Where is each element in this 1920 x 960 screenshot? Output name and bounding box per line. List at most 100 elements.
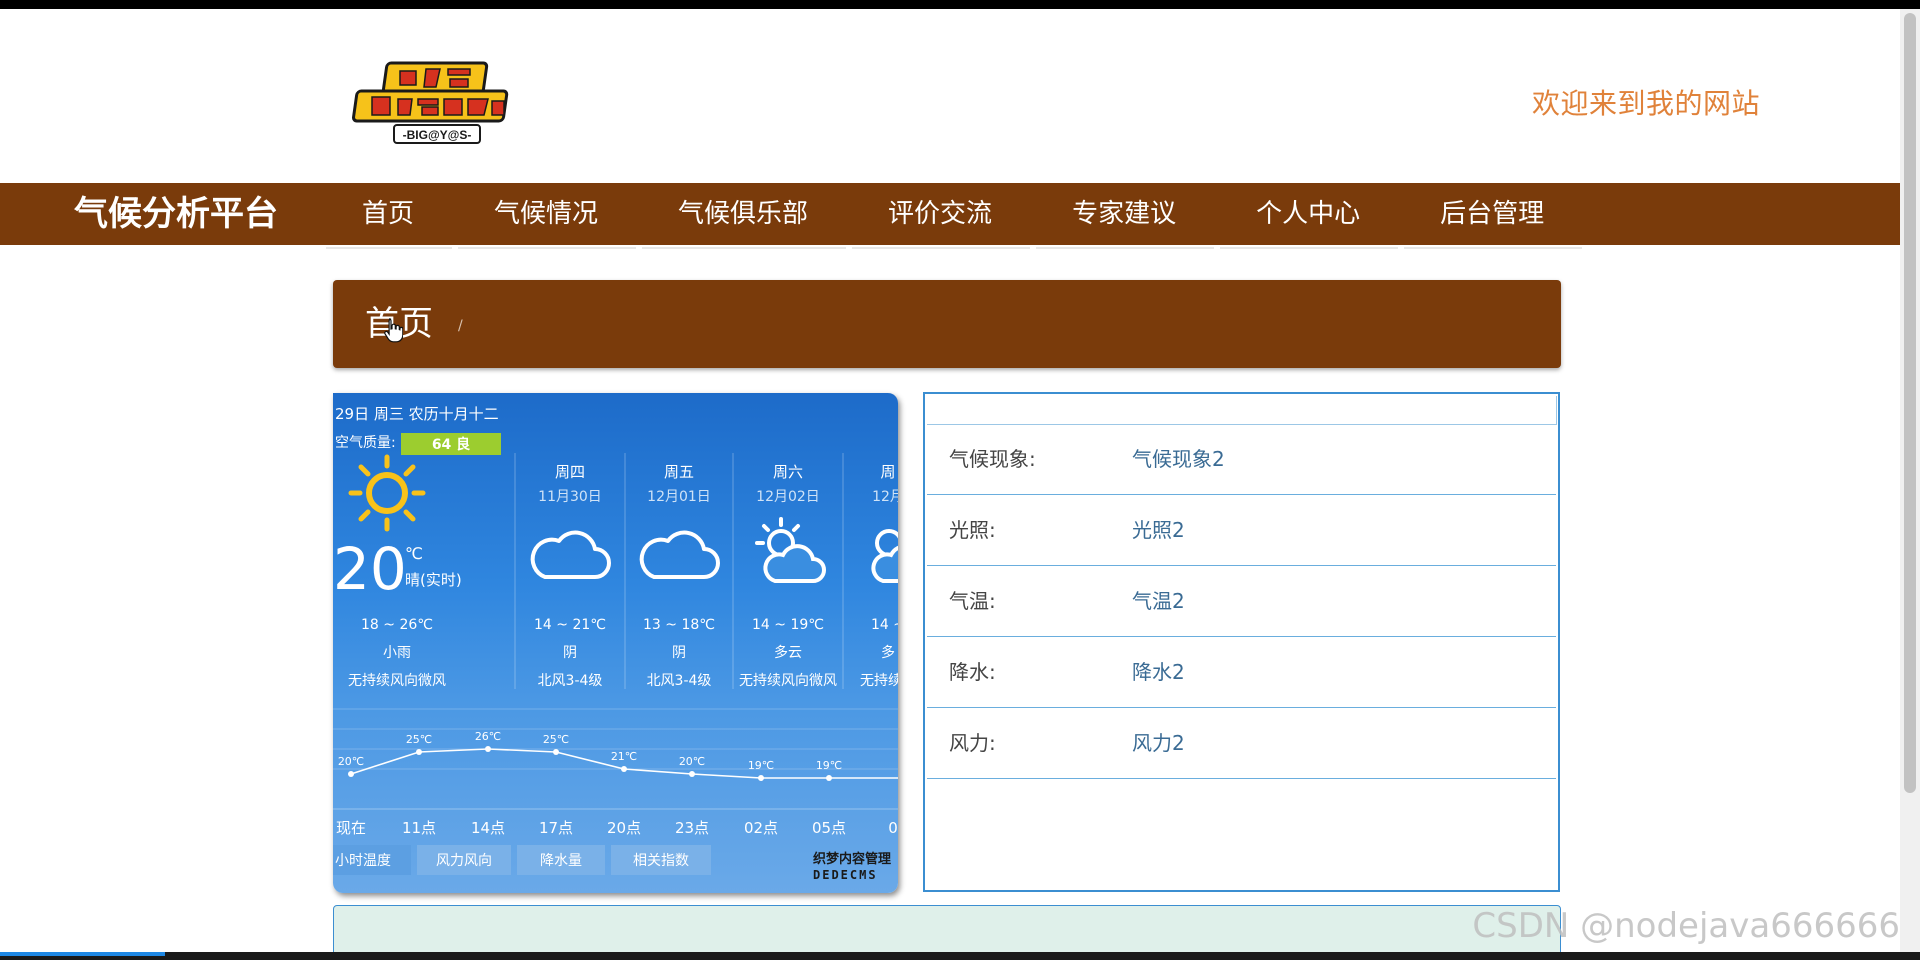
nav-item-profile[interactable]: 个人中心 (1214, 183, 1399, 249)
hourly-point (621, 766, 627, 772)
day-cond: 阴 (672, 645, 686, 661)
hourly-temp-label: 20℃ (679, 755, 705, 768)
hourly-point (758, 775, 764, 781)
hour-label: 20点 (607, 819, 641, 837)
day-wind: 无持续风 (860, 672, 898, 689)
weather-brand-line2: DEDECMS (813, 868, 878, 882)
sun-icon (348, 454, 426, 532)
nav-item-climate-status[interactable]: 气候情况 (452, 183, 637, 249)
cloud-icon (530, 530, 611, 579)
current-desc: 晴(实时) (405, 571, 462, 589)
hour-label: 17点 (539, 819, 573, 837)
detail-value: 气候现象2 (1132, 447, 1225, 471)
scrollbar-thumb[interactable] (1904, 13, 1916, 793)
content-panel (333, 905, 1561, 952)
partly-cloudy-icon (871, 529, 898, 583)
nav-item-home[interactable]: 首页 (320, 183, 453, 249)
day-wind: 北风3-4级 (538, 673, 603, 689)
detail-row: 气候现象: 气候现象2 (927, 424, 1556, 495)
details-header (927, 396, 1557, 425)
day-name: 周四 (555, 463, 585, 481)
detail-label: 光照: (949, 518, 996, 542)
nav-item-admin[interactable]: 后台管理 (1398, 183, 1583, 249)
tab-label: 小时温度 (335, 853, 391, 869)
hourly-temp-label: 25℃ (406, 733, 432, 746)
hourly-point (553, 749, 559, 755)
nav-item-reviews[interactable]: 评价交流 (846, 183, 1031, 249)
detail-row: 气温: 气温2 (927, 566, 1556, 637)
detail-value: 气温2 (1132, 589, 1185, 613)
hourly-temp-label: 21℃ (611, 750, 637, 763)
day-date: 11月30日 (538, 489, 602, 505)
day-range: 14 ~ 21℃ (534, 617, 606, 633)
hourly-point (689, 771, 695, 777)
weather-aq-label: 空气质量: (335, 435, 396, 451)
nav-item-expert-advice[interactable]: 专家建议 (1030, 183, 1215, 249)
day-cond: 多云 (774, 644, 802, 661)
detail-row: 光照: 光照2 (927, 495, 1556, 566)
detail-label: 风力: (949, 731, 996, 755)
hour-label: 11点 (402, 819, 436, 837)
partly-cloudy-icon (755, 517, 826, 583)
day-cond: 多 (881, 644, 895, 661)
welcome-text: 欢迎来到我的网站 (1531, 87, 1760, 120)
day-range: 14 ~ (871, 617, 898, 633)
hour-label: 0 (888, 819, 898, 837)
hourly-temp-label: 25℃ (543, 733, 569, 746)
hourly-point (826, 775, 832, 781)
weather-forecast-image: 29日 周三 农历十月十二 空气质量: 64 良 20 ℃ 晴(实时) 周四 1… (333, 393, 898, 893)
day-name: 周五 (664, 463, 694, 481)
nav-menu: 首页 气候情况 气候俱乐部 评价交流 专家建议 个人中心 后台管理 (320, 183, 1583, 249)
day-wind: 无持续风向微风 (348, 672, 446, 689)
brand-title[interactable]: 气候分析平台 (74, 183, 278, 245)
hourly-point (348, 771, 354, 777)
day-range: 18 ~ 26℃ (361, 617, 433, 633)
loading-progress (0, 952, 165, 956)
hourly-point (416, 749, 422, 755)
weather-date: 29日 周三 农历十月十二 (335, 405, 499, 423)
detail-value: 光照2 (1132, 518, 1185, 542)
csdn-watermark: CSDN @nodejava666666 (1472, 906, 1900, 946)
tab-label: 相关指数 (633, 853, 689, 869)
current-temp: 20 (333, 535, 407, 603)
svg-text:-BIG@Y@S-: -BIG@Y@S- (403, 128, 472, 142)
hourly-temp-label: 26℃ (475, 730, 501, 743)
hand-cursor-icon (384, 318, 403, 343)
hour-label: 02点 (744, 819, 778, 837)
day-date: 12月02日 (756, 489, 820, 505)
hour-label: 14点 (471, 819, 505, 837)
detail-label: 降水: (949, 660, 996, 684)
nav-item-climate-club[interactable]: 气候俱乐部 (636, 183, 847, 249)
day-date: 12月01日 (647, 489, 711, 505)
page-scrollbar[interactable] (1900, 9, 1920, 952)
breadcrumb: 首页 / (333, 280, 1561, 368)
day-date: 12月 (872, 489, 898, 505)
day-name: 周 (880, 463, 895, 481)
detail-row: 降水: 降水2 (927, 637, 1556, 708)
temp-unit: ℃ (405, 544, 423, 563)
hour-label: 05点 (812, 819, 846, 837)
detail-label: 气候现象: (949, 447, 1036, 471)
aq-value: 64 良 (432, 436, 470, 453)
day-range: 13 ~ 18℃ (643, 617, 715, 633)
detail-value: 风力2 (1132, 731, 1185, 755)
hourly-temp-label: 20℃ (338, 755, 364, 768)
climate-details-panel: 气候现象: 气候现象2 光照: 光照2 气温: 气温2 降水: 降水2 风力: … (923, 392, 1560, 892)
hourly-temp-label: 19℃ (816, 759, 842, 772)
day-range: 14 ~ 19℃ (752, 617, 824, 633)
site-header: -BIG@Y@S- 欢迎来到我的网站 (0, 9, 1900, 183)
tab-label: 风力风向 (436, 853, 492, 869)
hourly-temp-label: 19℃ (748, 759, 774, 772)
day-wind: 北风3-4级 (647, 673, 712, 689)
site-logo[interactable]: -BIG@Y@S- (352, 57, 518, 149)
hour-label: 现在 (336, 819, 366, 837)
day-cond: 小雨 (383, 645, 411, 661)
day-wind: 无持续风向微风 (739, 672, 837, 689)
browser-viewport: -BIG@Y@S- 欢迎来到我的网站 气候分析平台 首页 气候情况 气候俱乐部 … (0, 9, 1900, 952)
breadcrumb-separator: / (458, 318, 463, 334)
hour-label: 23点 (675, 819, 709, 837)
detail-label: 气温: (949, 589, 996, 613)
day-cond: 阴 (563, 645, 577, 661)
detail-value: 降水2 (1132, 660, 1185, 684)
hourly-point (485, 746, 491, 752)
